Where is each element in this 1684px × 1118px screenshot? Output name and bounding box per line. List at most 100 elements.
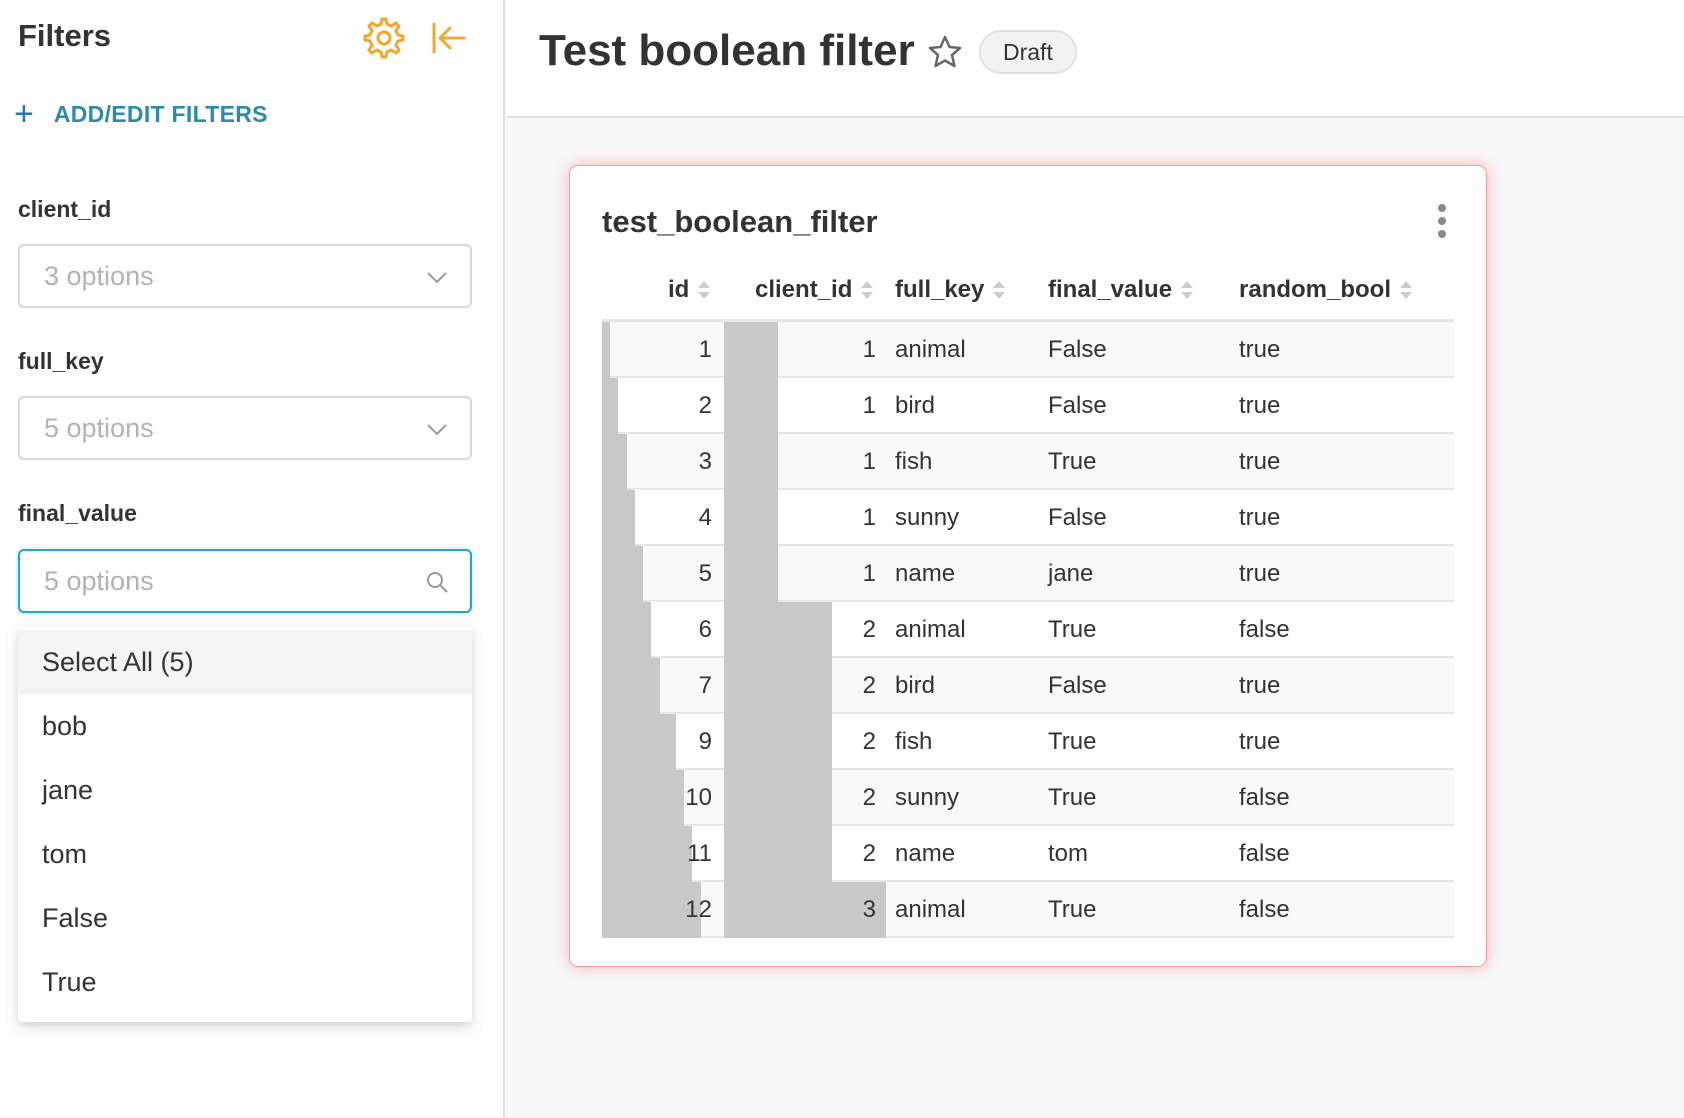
table-cell-final-value: True xyxy=(1048,896,1097,923)
table-cell-final-value: True xyxy=(1048,728,1097,755)
status-badge[interactable]: Draft xyxy=(979,30,1077,74)
dashboard-header: Test boolean filter Draft xyxy=(507,0,1684,118)
sort-icon xyxy=(1181,281,1194,299)
dropdown-option[interactable]: tom xyxy=(18,822,472,886)
table-cell-final-value: False xyxy=(1048,672,1107,699)
column-header-client-id[interactable]: client_id xyxy=(755,276,874,304)
table-cell-full-key: bird xyxy=(895,672,936,699)
chevron-down-icon xyxy=(427,272,447,284)
table-row: 1 1 animal False true xyxy=(602,322,1454,378)
table-cell-final-value: False xyxy=(1048,336,1107,363)
table-cell-random-bool: true xyxy=(1239,336,1281,363)
table-row: 2 1 bird False true xyxy=(602,378,1454,434)
dropdown-option[interactable]: False xyxy=(18,886,472,950)
table-row: 9 2 fish True true xyxy=(602,714,1454,770)
chart-card: test_boolean_filter id client_id full_ke… xyxy=(570,166,1486,966)
table-cell-random-bool: false xyxy=(1239,840,1290,867)
sort-icon xyxy=(698,281,711,299)
collapse-left-icon[interactable] xyxy=(426,16,470,60)
sort-icon xyxy=(861,281,874,299)
table-cell-client-id: 2 xyxy=(862,840,876,867)
table-cell-final-value: True xyxy=(1048,448,1097,475)
table-cell-full-key: sunny xyxy=(895,784,960,811)
table-row: 7 2 bird False true xyxy=(602,658,1454,714)
table-cell-full-key: animal xyxy=(895,896,966,923)
chevron-down-icon xyxy=(427,424,447,436)
dashboard-app: Filters + ADD/EDIT FILTERS client_id 3 o… xyxy=(0,0,1684,1118)
column-header-label: full_key xyxy=(895,276,985,303)
gear-icon[interactable] xyxy=(362,16,406,60)
table-cell-client-id: 1 xyxy=(862,448,876,475)
data-table: id client_id full_key final_value random… xyxy=(602,262,1454,938)
dropdown-option-select-all[interactable]: Select All (5) xyxy=(18,630,472,694)
table-cell-random-bool: true xyxy=(1239,448,1281,475)
table-cell-random-bool: true xyxy=(1239,672,1281,699)
select-placeholder: 5 options xyxy=(44,565,154,596)
search-icon xyxy=(427,572,448,593)
column-header-random-bool[interactable]: random_bool xyxy=(1239,276,1413,304)
full-key-select[interactable]: 5 options xyxy=(18,396,472,460)
table-cell-client-id: 1 xyxy=(862,392,876,419)
dropdown-option[interactable]: True xyxy=(18,950,472,1014)
filter-label-final-value: final_value xyxy=(18,500,137,526)
page-title: Test boolean filter xyxy=(539,26,915,75)
sort-icon xyxy=(993,281,1006,299)
column-header-id[interactable]: id xyxy=(668,276,711,304)
table-cell-final-value: False xyxy=(1048,504,1107,531)
final-value-dropdown: Select All (5) bob jane tom False True xyxy=(18,626,472,1022)
table-cell-random-bool: true xyxy=(1239,560,1281,587)
chart-title: test_boolean_filter xyxy=(602,204,878,239)
table-cell-id: 9 xyxy=(698,728,712,755)
table-cell-id: 11 xyxy=(687,840,712,867)
dropdown-option[interactable]: jane xyxy=(18,758,472,822)
table-row: 5 1 name jane true xyxy=(602,546,1454,602)
table-row: 12 3 animal True false xyxy=(602,882,1454,938)
table-cell-full-key: fish xyxy=(895,728,933,755)
table-cell-id: 3 xyxy=(698,448,712,475)
table-cell-final-value: True xyxy=(1048,616,1097,643)
table-cell-id: 1 xyxy=(698,336,712,363)
table-cell-client-id: 2 xyxy=(862,616,876,643)
table-cell-final-value: False xyxy=(1048,392,1107,419)
select-placeholder: 5 options xyxy=(44,412,154,443)
table-cell-full-key: name xyxy=(895,840,956,867)
table-cell-id: 7 xyxy=(698,672,712,699)
table-cell-full-key: name xyxy=(895,560,956,587)
more-vertical-icon[interactable] xyxy=(1436,204,1448,244)
table-cell-random-bool: false xyxy=(1239,784,1290,811)
filter-label-client-id: client_id xyxy=(18,196,112,222)
table-cell-id: 10 xyxy=(685,784,712,811)
client-id-select[interactable]: 3 options xyxy=(18,244,472,308)
column-header-label: random_bool xyxy=(1239,276,1392,303)
table-cell-full-key: fish xyxy=(895,448,933,475)
table-row: 11 2 name tom false xyxy=(602,826,1454,882)
table-cell-id: 2 xyxy=(698,392,712,419)
select-placeholder: 3 options xyxy=(44,260,154,291)
sort-icon xyxy=(1400,281,1413,299)
star-icon[interactable] xyxy=(927,34,963,70)
column-header-label: final_value xyxy=(1048,276,1173,303)
table-cell-client-id: 2 xyxy=(862,784,876,811)
table-cell-client-id: 2 xyxy=(862,672,876,699)
table-row: 3 1 fish True true xyxy=(602,434,1454,490)
table-cell-random-bool: true xyxy=(1239,728,1281,755)
column-header-final-value[interactable]: final_value xyxy=(1048,276,1194,304)
column-header-full-key[interactable]: full_key xyxy=(895,276,1006,304)
plus-icon: + xyxy=(14,95,34,133)
table-cell-client-id: 1 xyxy=(862,560,876,587)
table-cell-final-value: jane xyxy=(1048,560,1094,587)
table-cell-id: 5 xyxy=(698,560,712,587)
table-cell-random-bool: false xyxy=(1239,616,1290,643)
table-cell-random-bool: false xyxy=(1239,896,1290,923)
table-cell-final-value: tom xyxy=(1048,840,1089,867)
table-cell-id: 6 xyxy=(698,616,712,643)
table-cell-client-id: 3 xyxy=(862,896,876,923)
final-value-select[interactable]: 5 options xyxy=(18,549,472,613)
table-cell-random-bool: true xyxy=(1239,504,1281,531)
add-edit-filters-button[interactable]: + ADD/EDIT FILTERS xyxy=(14,96,268,132)
table-cell-client-id: 1 xyxy=(862,336,876,363)
table-row: 6 2 animal True false xyxy=(602,602,1454,658)
filter-sidebar: Filters + ADD/EDIT FILTERS client_id 3 o… xyxy=(0,0,505,1118)
dropdown-option[interactable]: bob xyxy=(18,694,472,758)
sidebar-title: Filters xyxy=(18,18,112,53)
